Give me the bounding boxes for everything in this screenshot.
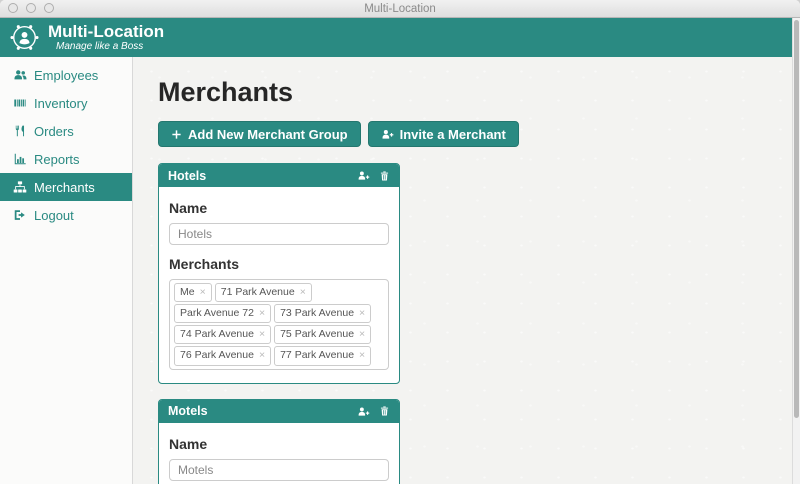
bar-chart-icon	[13, 152, 27, 166]
merchants-label: Merchants	[169, 256, 240, 272]
merchant-tag-label: Me	[180, 286, 195, 298]
body-row: Employees Inventory Orders Reports Merch…	[0, 57, 792, 484]
sidebar-item-employees[interactable]: Employees	[0, 61, 132, 89]
merchant-tag: 77 Park Avenue ×	[274, 346, 372, 366]
user-plus-icon[interactable]	[357, 405, 370, 418]
group-name-input[interactable]	[169, 223, 389, 245]
card-body: Name Merchants Me×71 Park Avenue×Park Av…	[159, 187, 399, 383]
tag-remove-icon[interactable]: ×	[359, 307, 365, 319]
barcode-icon	[13, 96, 27, 110]
sidebar-item-label: Merchants	[34, 179, 95, 195]
sidebar-item-label: Reports	[34, 151, 80, 167]
brand-header: Multi-Location Manage like a Boss	[0, 18, 792, 57]
action-buttons: Add New Merchant Group Invite a Merchant	[158, 121, 792, 147]
tag-remove-icon[interactable]: ×	[259, 307, 265, 319]
traffic-lights	[8, 3, 54, 13]
brand-tagline: Manage like a Boss	[56, 41, 144, 53]
sidebar-item-orders[interactable]: Orders	[0, 117, 132, 145]
merchant-tag: Park Avenue 72 ×	[174, 304, 272, 324]
tag-remove-icon[interactable]: ×	[200, 286, 206, 298]
brand-name: Multi-Location	[48, 21, 165, 41]
scrollbar-thumb[interactable]	[794, 20, 799, 418]
tag-remove-icon[interactable]: ×	[259, 349, 265, 361]
window-title: Multi-Location	[364, 2, 436, 15]
tag-remove-icon[interactable]: ×	[359, 349, 365, 361]
merchant-tag: 71 Park Avenue ×	[214, 283, 312, 303]
zoom-button[interactable]	[44, 3, 54, 13]
page-title: Merchants	[158, 77, 294, 107]
merchant-tag-label: 74 Park Avenue	[180, 328, 254, 341]
card-body: Name Merchants 75 Park Avenue×Me×73 Park…	[159, 423, 399, 484]
titlebar: Multi-Location	[0, 0, 800, 18]
merchant-tag-label: 75 Park Avenue	[280, 328, 355, 341]
sitemap-icon	[13, 180, 27, 194]
card-title: Hotels	[168, 168, 207, 183]
plus-icon	[171, 129, 182, 140]
merchant-tag: 75 Park Avenue ×	[274, 325, 372, 345]
users-icon	[13, 68, 27, 82]
sidebar-item-label: Logout	[34, 207, 74, 223]
merchant-tag-label: 71 Park Avenue	[220, 286, 295, 298]
card-title: Motels	[168, 404, 208, 418]
merchant-group-card-motels: Motels Name Motels	[158, 398, 400, 484]
card-header: Motels	[159, 399, 399, 423]
merchant-tag-label: 73 Park Avenue	[280, 307, 355, 320]
tag-remove-icon[interactable]: ×	[300, 286, 306, 298]
sidebar-item-label: Inventory	[34, 95, 88, 111]
name-label: Name	[169, 435, 208, 452]
trash-icon[interactable]	[379, 405, 390, 417]
merchant-group-card-hotels: Hotels Name Hotels Merchants Me × 71 Par…	[158, 163, 400, 384]
sidebar-item-merchants[interactable]: Merchants	[0, 173, 132, 201]
invite-merchant-button[interactable]: Invite a Merchant	[367, 121, 519, 147]
merchants-tag-input[interactable]: Me × 71 Park Avenue ×Park Avenue 72 × 73 Park…	[169, 279, 389, 370]
user-plus-icon[interactable]	[357, 169, 370, 182]
sidebar-item-label: Employees	[34, 67, 99, 83]
main-content: Merchants Add New Merchant Group Invite …	[133, 57, 792, 484]
add-merchant-group-button[interactable]: Add New Merchant Group	[158, 121, 361, 147]
merchant-tag-label: 77 Park Avenue	[280, 349, 355, 362]
sidebar-item-label: Orders	[34, 123, 74, 139]
trash-icon[interactable]	[379, 170, 390, 182]
app-window: Multi-Location Multi-Location Manage lik…	[0, 0, 800, 484]
close-button[interactable]	[8, 3, 18, 13]
name-label: Name	[169, 200, 208, 216]
sidebar-item-inventory[interactable]: Inventory	[0, 89, 132, 117]
user-plus-icon	[381, 128, 394, 141]
brand-text: Multi-Location Manage like a Boss	[48, 21, 165, 53]
minimize-button[interactable]	[26, 3, 36, 13]
logout-icon	[13, 208, 27, 222]
merchant-tag: 73 Park Avenue ×	[274, 304, 372, 324]
merchant-tag-label: Park Avenue 72	[180, 307, 254, 320]
tag-remove-icon[interactable]: ×	[359, 328, 365, 340]
brand-logo-icon	[9, 22, 40, 53]
merchant-tag: Me ×	[174, 283, 212, 303]
merchant-tag: 76 Park Avenue ×	[174, 346, 272, 366]
tag-remove-icon[interactable]: ×	[259, 328, 265, 340]
sidebar-item-logout[interactable]: Logout	[0, 201, 132, 229]
add-merchant-group-label: Add New Merchant Group	[188, 126, 348, 142]
scrollbar-track[interactable]	[792, 18, 800, 484]
group-name-input[interactable]	[169, 458, 389, 481]
invite-merchant-label: Invite a Merchant	[399, 126, 506, 142]
cutlery-icon	[13, 124, 27, 138]
merchant-tag-label: 76 Park Avenue	[180, 349, 254, 362]
card-header: Hotels	[159, 164, 399, 187]
merchant-tag: 74 Park Avenue ×	[174, 325, 272, 345]
sidebar-item-reports[interactable]: Reports	[0, 145, 132, 173]
sidebar: Employees Inventory Orders Reports Merch…	[0, 57, 133, 484]
